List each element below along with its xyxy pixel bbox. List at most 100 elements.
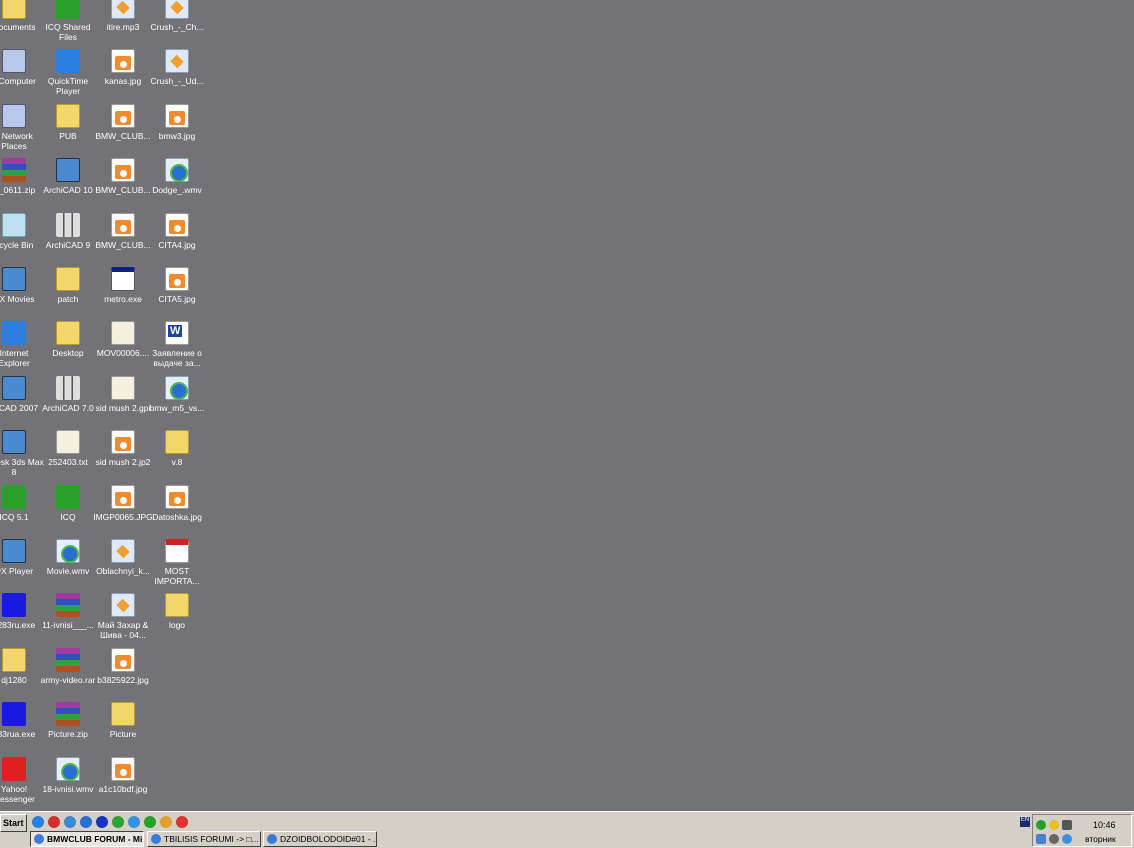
- desktop-icon-label: Dodge_.wmv: [152, 185, 202, 196]
- desktop-icon[interactable]: Май Захар & Шива - 04...: [93, 593, 153, 640]
- desktop-icon-label: MOV00006....: [96, 348, 150, 359]
- app-icon: [2, 267, 26, 291]
- desktop-icon[interactable]: 18-ivnisi.wmv: [38, 756, 98, 794]
- winamp-icon[interactable]: [160, 816, 172, 828]
- desktop-icon[interactable]: bmw3.jpg: [147, 103, 207, 141]
- doc-icon: [111, 539, 135, 563]
- taskbar-button[interactable]: TBILISIS FORUMI -> □...: [147, 831, 261, 847]
- start-button[interactable]: Start: [0, 814, 27, 832]
- media-player-icon[interactable]: [80, 816, 92, 828]
- network-tray-icon[interactable]: [1036, 834, 1046, 844]
- desktop-icon[interactable]: BMW_CLUB...: [93, 212, 153, 250]
- desktop-icon[interactable]: Datoshka.jpg: [147, 484, 207, 522]
- desktop-icon[interactable]: ArchiCAD 10: [38, 158, 98, 195]
- quicktime-tray-icon[interactable]: [1062, 834, 1072, 844]
- desktop-icon[interactable]: metro.exe: [93, 267, 153, 304]
- media-icon: [56, 756, 80, 781]
- desktop-icon-label: army-video.rar: [40, 674, 96, 685]
- desktop-icon[interactable]: Movie.wmv: [38, 539, 98, 576]
- desktop-icon-label: Заявление о выдаче за...: [152, 348, 202, 369]
- taskbar-button[interactable]: DZOIDBOLODOID#01 - ...: [263, 831, 377, 847]
- desktop-icon[interactable]: BMW_CLUB...: [93, 103, 153, 141]
- desktop-icon[interactable]: itire.mp3: [93, 0, 153, 32]
- desktop-icon-label: ArchiCAD 9: [45, 239, 91, 250]
- taskbar-button[interactable]: BMWCLUB FORUM - Mi...: [30, 831, 144, 847]
- icq-icon[interactable]: [144, 816, 156, 828]
- jpg-icon: [111, 158, 135, 183]
- desktop-icon[interactable]: ICQ: [38, 484, 98, 522]
- desktop-icon[interactable]: MOV00006....: [93, 321, 153, 358]
- desktop-icon-label: BMW_CLUB...: [95, 130, 151, 141]
- media-icon: [165, 158, 189, 183]
- vendetta-icon[interactable]: [112, 816, 124, 828]
- desktop-icon[interactable]: ArchiCAD 9: [38, 212, 98, 250]
- desktop-icon[interactable]: ArchiCAD 7.0: [38, 375, 98, 413]
- icq-tray-icon[interactable]: [1036, 820, 1046, 830]
- desktop-icon[interactable]: patch: [38, 267, 98, 304]
- desktop-icon[interactable]: CITA5.jpg: [147, 267, 207, 304]
- speaker-tray-icon[interactable]: [1049, 834, 1059, 844]
- opera-icon[interactable]: [48, 816, 60, 828]
- desktop-icon[interactable]: Dodge_.wmv: [147, 158, 207, 195]
- desktop-icon[interactable]: sid mush 2.gpi: [93, 375, 153, 413]
- desktop-icon[interactable]: b3825922.jpg: [93, 647, 153, 685]
- clock-day: вторник: [1085, 834, 1116, 844]
- desktop-icon-label: 11-ivnisi___...: [42, 620, 94, 631]
- comp-icon: [2, 49, 26, 74]
- desktop-icon[interactable]: kanas.jpg: [93, 49, 153, 86]
- desktop-icon[interactable]: v.8: [147, 430, 207, 467]
- desktop-icon-label: bmw3.jpg: [158, 130, 196, 141]
- ie-icon[interactable]: [32, 816, 44, 828]
- printer-tray-icon[interactable]: [1062, 820, 1072, 830]
- desktop-icon[interactable]: IMGP0065.JPG: [93, 484, 153, 522]
- jpg-icon: [111, 49, 135, 74]
- desktop-icon[interactable]: 252403.txt: [38, 430, 98, 467]
- desktop-icon-label: metro.exe: [104, 294, 142, 304]
- yahoo-tray-icon[interactable]: [1049, 820, 1059, 830]
- folder-icon: [165, 430, 189, 455]
- desktop-icon-label: Movie.wmv: [46, 566, 90, 576]
- desktop-icon[interactable]: Picture.zip: [38, 702, 98, 739]
- language-indicator[interactable]: EN: [1020, 817, 1030, 827]
- clock[interactable]: 10:46: [1093, 820, 1116, 830]
- desktop-icon[interactable]: logo: [147, 593, 207, 630]
- desktop-icon[interactable]: bmw_m5_vs...: [147, 375, 207, 413]
- jpg-icon: [165, 484, 189, 509]
- folder-icon: [111, 702, 135, 727]
- desktop-icon[interactable]: MOST IMPORTA...: [147, 539, 207, 586]
- jpg-icon: [165, 267, 189, 291]
- desktop-icon[interactable]: a1c10bdf.jpg: [93, 756, 153, 794]
- desktop-icon-label: CITA4.jpg: [158, 239, 196, 250]
- desktop-icon[interactable]: PUB: [38, 103, 98, 141]
- desktop-icon[interactable]: 11-ivnisi___...: [38, 593, 98, 630]
- word-icon: [165, 321, 189, 346]
- desktop-icon[interactable]: Oblachnyi_k...: [93, 539, 153, 576]
- desktop-icon-label: sid mush 2.gpi: [95, 402, 151, 413]
- desktop-icon[interactable]: ICQ Shared Files: [38, 0, 98, 42]
- desktop-icon[interactable]: BMW_CLUB...: [93, 158, 153, 195]
- desktop-icon[interactable]: Crush_-_Ud...: [147, 49, 207, 86]
- rar-icon: [56, 647, 80, 672]
- desktop-icon[interactable]: Picture: [93, 702, 153, 739]
- desktop-icon-label: Crush_-_Ud...: [150, 76, 204, 87]
- desktop-icon-label: Май Захар & Шива - 04...: [97, 620, 149, 641]
- doc-icon: [111, 593, 135, 618]
- flashget-icon[interactable]: [96, 816, 108, 828]
- desktop-icon-label: ICQ: [60, 511, 76, 522]
- window-icon: [267, 834, 277, 844]
- desktop-icon[interactable]: Заявление о выдаче за...: [147, 321, 207, 368]
- yahoo-icon[interactable]: [176, 816, 188, 828]
- desktop-icon[interactable]: Crush_-_Ch...: [147, 0, 207, 32]
- desktop-icon-label: v.8: [171, 457, 183, 468]
- outlook-icon[interactable]: [64, 816, 76, 828]
- quicktime-icon[interactable]: [128, 816, 140, 828]
- desktop-icon-label: CITA5.jpg: [158, 294, 196, 304]
- desktop-icon[interactable]: Desktop: [38, 321, 98, 358]
- desktop-icon[interactable]: army-video.rar: [38, 647, 98, 685]
- desktop-icon[interactable]: CITA4.jpg: [147, 212, 207, 250]
- desktop-icon-label: BMW_CLUB...: [95, 239, 151, 250]
- jpg-icon: [165, 103, 189, 128]
- desktop-icon[interactable]: sid mush 2.jp2: [93, 430, 153, 467]
- exe-hp-icon: [2, 593, 26, 618]
- desktop-icon[interactable]: QuickTime Player: [38, 49, 98, 96]
